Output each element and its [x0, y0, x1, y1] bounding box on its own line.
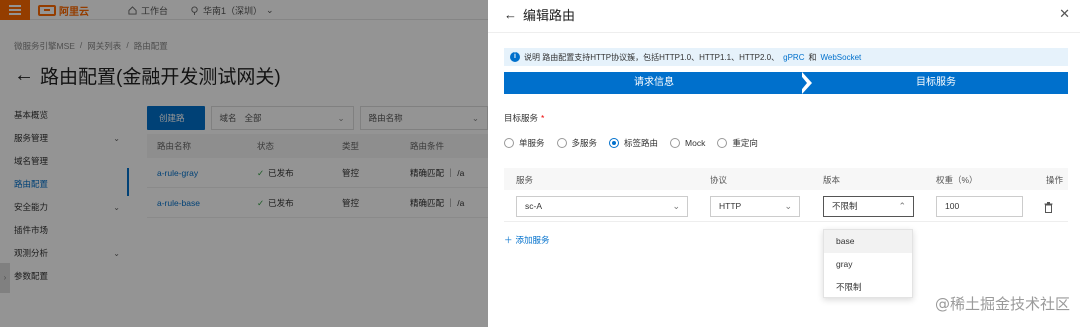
- notice-text: 和: [808, 52, 817, 62]
- add-service-button[interactable]: ＋ 添加服务: [504, 234, 550, 246]
- service-select-value: sc-A: [525, 201, 542, 211]
- chevron-up-icon: ⌃: [898, 201, 906, 211]
- radio-multi-service[interactable]: 多服务: [556, 137, 598, 149]
- back-arrow-icon[interactable]: ←: [504, 7, 517, 22]
- websocket-link[interactable]: WebSocket: [820, 53, 861, 62]
- close-icon[interactable]: ✕: [1059, 6, 1070, 22]
- radio-label: Mock: [685, 138, 706, 148]
- radio-label: 重定向: [732, 138, 758, 148]
- info-notice: i 说明 路由配置支持HTTP协议簇，包括HTTP1.0、HTTP1.1、HTT…: [504, 48, 1068, 66]
- version-select-value: 不限制: [832, 201, 858, 211]
- dropdown-option-base[interactable]: base: [824, 230, 912, 253]
- background-page: 阿里云 工作台 华南1（深圳） ⌄ 微服务引擎MSE / 网关列表 / 路由配置…: [0, 0, 488, 327]
- radio-single-service[interactable]: 单服务: [504, 137, 545, 149]
- step-bar: 请求信息 目标服务: [504, 72, 1068, 94]
- radio-mock[interactable]: Mock: [670, 138, 705, 148]
- plus-icon: ＋: [504, 235, 513, 245]
- service-table: 服务 协议 版本 权重（%） 操作 sc-A ⌄ HTTP ⌄ 不限制 ⌃ 10…: [504, 168, 1068, 222]
- column-header: 服务: [516, 175, 534, 185]
- column-header: 协议: [710, 175, 728, 185]
- trash-icon[interactable]: [1044, 202, 1053, 213]
- column-header: 操作: [1046, 175, 1064, 185]
- dropdown-option-gray[interactable]: gray: [824, 253, 912, 276]
- weight-input[interactable]: 100: [936, 196, 1023, 217]
- drawer-title: ← 编辑路由: [504, 5, 575, 24]
- radio-circle: [670, 138, 681, 148]
- gprc-link[interactable]: gPRC: [783, 53, 804, 62]
- radio-label: 多服务: [571, 138, 598, 148]
- info-icon: i: [510, 52, 520, 62]
- radio-tag-routing[interactable]: 标签路由: [609, 137, 658, 149]
- radio-circle: [717, 138, 728, 148]
- target-service-label: 目标服务 *: [504, 112, 544, 124]
- target-service-label-text: 目标服务: [504, 113, 539, 123]
- version-select[interactable]: 不限制 ⌃: [823, 196, 914, 217]
- notice-text: 说明 路由配置支持HTTP协议簇，包括HTTP1.0、HTTP1.1、HTTP2…: [524, 52, 780, 62]
- drawer-title-text: 编辑路由: [523, 8, 576, 23]
- service-row: sc-A ⌄ HTTP ⌄ 不限制 ⌃ 100: [504, 190, 1068, 222]
- service-table-header: 服务 协议 版本 权重（%） 操作: [504, 168, 1068, 190]
- service-type-radio-group: 单服务 多服务 标签路由 Mock 重定向: [504, 137, 758, 149]
- column-header: 版本: [823, 175, 841, 185]
- radio-circle-checked: [609, 138, 620, 148]
- version-dropdown-menu: base gray 不限制: [823, 229, 913, 298]
- divider: [488, 32, 1080, 33]
- radio-redirect[interactable]: 重定向: [717, 137, 758, 149]
- column-header: 权重（%）: [936, 175, 978, 185]
- step-arrow: [798, 72, 807, 94]
- protocol-select[interactable]: HTTP ⌄: [710, 196, 800, 217]
- radio-label: 单服务: [519, 138, 545, 148]
- protocol-select-value: HTTP: [719, 201, 742, 211]
- watermark: @稀土掘金技术社区: [934, 295, 1070, 313]
- radio-circle: [556, 138, 567, 148]
- step-target-service[interactable]: 目标服务: [804, 72, 1068, 94]
- chevron-down-icon: ⌄: [784, 201, 792, 211]
- weight-input-value: 100: [945, 201, 960, 211]
- dropdown-option-unlimited[interactable]: 不限制: [824, 276, 912, 299]
- modal-overlay[interactable]: [0, 0, 488, 327]
- edit-route-drawer: ← 编辑路由 ✕ i 说明 路由配置支持HTTP协议簇，包括HTTP1.0、HT…: [488, 0, 1080, 327]
- service-select[interactable]: sc-A ⌄: [516, 196, 688, 217]
- add-service-label: 添加服务: [515, 235, 550, 245]
- chevron-down-icon: ⌄: [672, 201, 680, 211]
- required-mark: *: [541, 113, 545, 123]
- radio-label: 标签路由: [624, 138, 659, 148]
- radio-circle: [504, 138, 514, 148]
- step-request-info[interactable]: 请求信息: [504, 72, 804, 94]
